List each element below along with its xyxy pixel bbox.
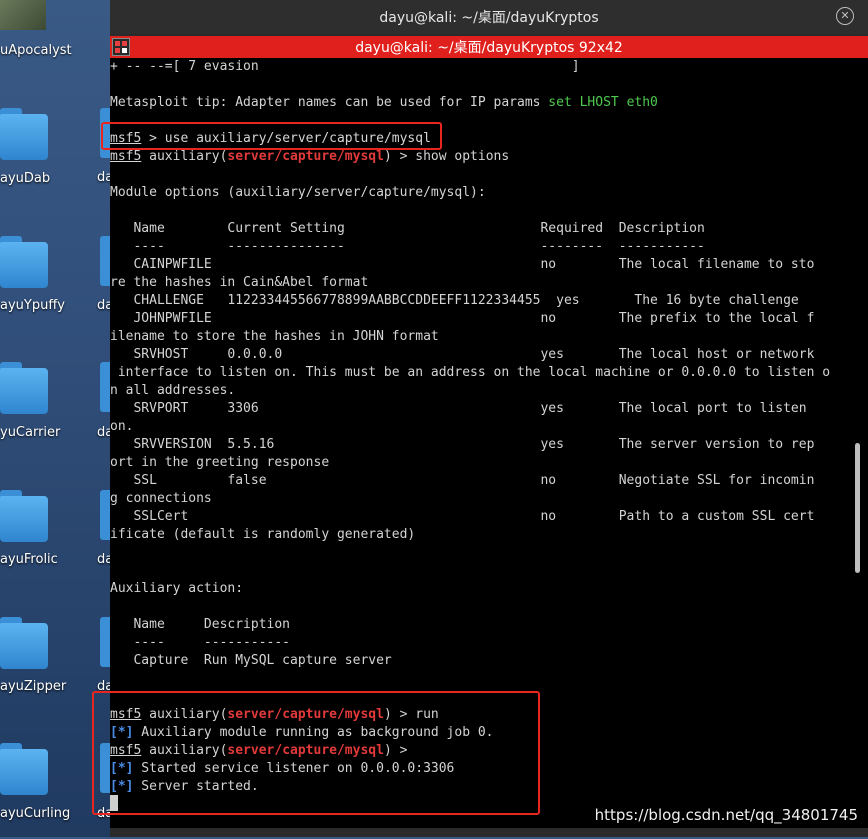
folder-icon xyxy=(0,743,48,795)
table-row: ort in the greeting response xyxy=(110,455,330,470)
table-header: Name Description xyxy=(110,617,291,632)
table-row: n all addresses. xyxy=(110,383,236,398)
folder-icon xyxy=(0,108,48,160)
table-row: SSLCert no Path to a custom SSL cert xyxy=(110,509,815,524)
folder-icon xyxy=(0,617,48,669)
table-row: CHALLENGE 112233445566778899AABBCCDDEEFF… xyxy=(110,293,799,308)
table-row: JOHNPWFILE no The prefix to the local f xyxy=(110,311,815,326)
table-row: ilename to store the hashes in JOHN form… xyxy=(110,329,439,344)
folder-icon xyxy=(0,236,48,288)
terminal-titlebar[interactable]: dayu@kali: ~/桌面/dayuKryptos 92x42 xyxy=(110,36,868,58)
desktop-item-label: yuCarrier xyxy=(0,425,61,440)
table-row: SRVPORT 3306 yes The local port to liste… xyxy=(110,401,807,416)
window-titlebar[interactable]: dayu@kali: ~/桌面/dayuKryptos xyxy=(110,0,868,34)
table-row: SRVHOST 0.0.0.0 yes The local host or ne… xyxy=(110,347,815,362)
terminal-output[interactable]: + -- --=[ 7 evasion ] Metasploit tip: Ad… xyxy=(92,58,868,828)
prompt-context: auxiliary( xyxy=(141,149,228,164)
table-row: SRVVERSION 5.5.16 yes The server version… xyxy=(110,437,815,452)
table-row: g connections xyxy=(110,491,212,506)
watermark: https://blog.csdn.net/qq_34801745 xyxy=(594,806,858,824)
table-row: re the hashes in Cain&Abel format xyxy=(110,275,369,290)
table-header: Name Current Setting Required Descriptio… xyxy=(110,221,705,236)
scrollbar-thumb[interactable] xyxy=(855,443,860,573)
image-thumbnail xyxy=(0,0,46,30)
tip-text: Metasploit tip: Adapter names can be use… xyxy=(110,95,549,110)
desktop-item-label: ayuFrolic xyxy=(0,552,58,567)
desktop-item-label: uApocalyst xyxy=(0,43,72,58)
highlight-box xyxy=(92,691,540,815)
table-separator: ---- --------------- -------- ----------… xyxy=(110,239,705,254)
folder-icon xyxy=(0,490,48,542)
highlight-box xyxy=(101,122,442,150)
module-name: server/capture/mysql xyxy=(227,149,384,164)
desktop-item-label: ayuCurling xyxy=(0,806,71,821)
table-row: interface to listen on. This must be an … xyxy=(110,365,831,380)
tip-command: set LHOST eth0 xyxy=(548,95,658,110)
folder-icon xyxy=(0,362,48,414)
desktop-item-label: ayuYpuffy xyxy=(0,298,65,313)
table-row: SSL false no Negotiate SSL for incomin xyxy=(110,473,815,488)
table-separator: ---- ----------- xyxy=(110,635,291,650)
desktop-item-label: ayuDab xyxy=(0,171,51,186)
table-row: ificate (default is randomly generated) xyxy=(110,527,416,542)
desktop-item-label: ayuZipper xyxy=(0,679,67,694)
table-row: Capture Run MySQL capture server xyxy=(110,653,392,668)
table-row: on. xyxy=(110,419,134,434)
table-row: CAINPWFILE no The local filename to sto xyxy=(110,257,815,272)
terminal-title: dayu@kali: ~/桌面/dayuKryptos 92x42 xyxy=(355,40,623,56)
window-title: dayu@kali: ~/桌面/dayuKryptos xyxy=(379,10,599,26)
terminal-menu-icon[interactable] xyxy=(112,38,130,56)
terminal-window[interactable]: dayu@kali: ~/桌面/dayuKryptos ✕ dayu@kali:… xyxy=(92,0,868,837)
close-icon[interactable]: ✕ xyxy=(836,7,854,25)
terminal-line: msf5 auxiliary(server/capture/mysql) > s… xyxy=(110,148,509,166)
prompt: msf5 xyxy=(110,149,142,164)
terminal-line: + -- --=[ 7 evasion ] xyxy=(110,59,580,74)
terminal-line: Metasploit tip: Adapter names can be use… xyxy=(110,94,658,112)
command-text: ) > show options xyxy=(383,149,510,164)
terminal-line: Auxiliary action: xyxy=(110,581,244,596)
terminal-line: Module options (auxiliary/server/capture… xyxy=(110,185,486,200)
